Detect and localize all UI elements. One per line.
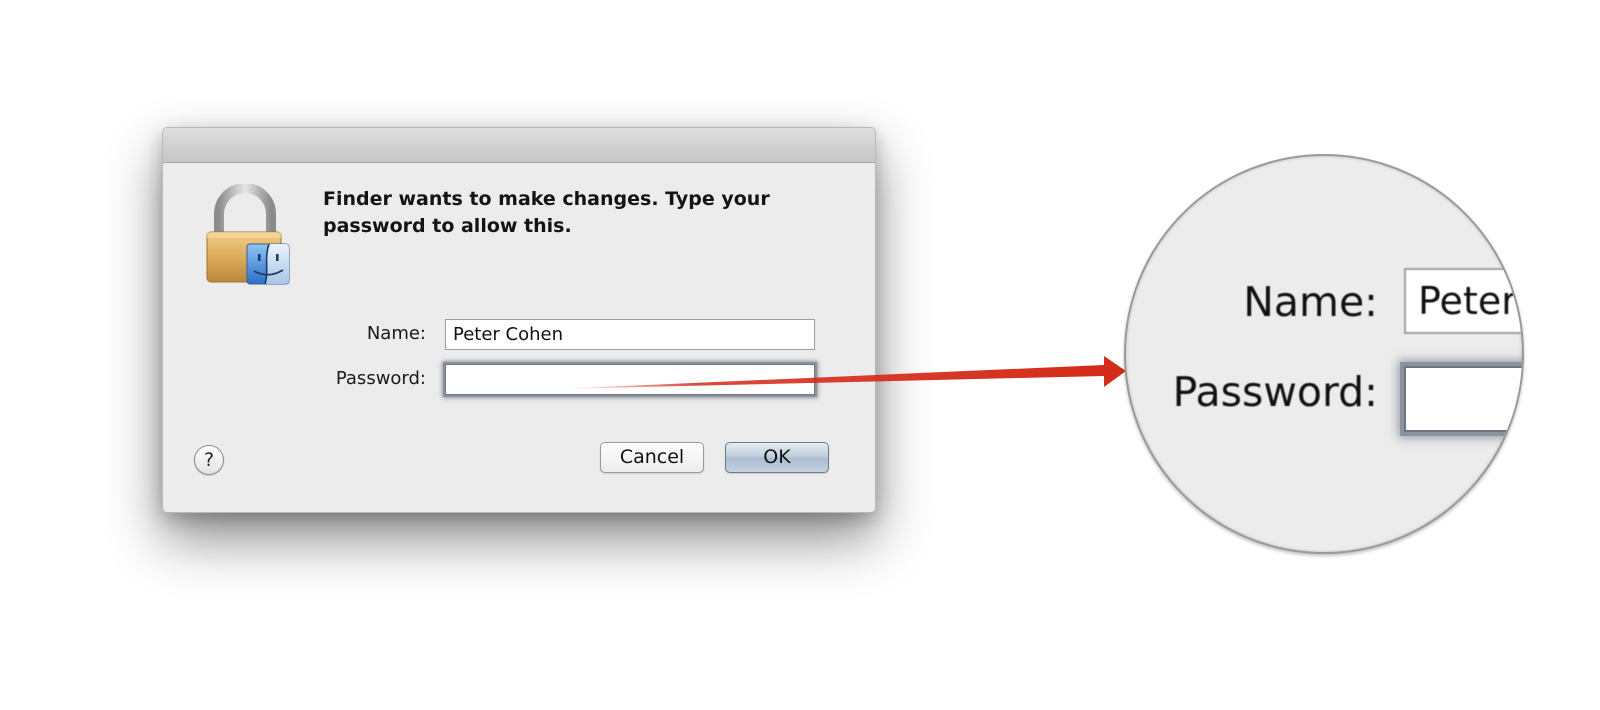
magnified-password-field xyxy=(1404,366,1522,432)
authentication-dialog: Finder wants to make changes. Type your … xyxy=(162,127,876,513)
magnified-name-label: Name: xyxy=(1243,278,1378,326)
name-field[interactable] xyxy=(445,319,815,350)
magnified-password-label: Password: xyxy=(1172,368,1378,416)
screenshot-stage: Finder wants to make changes. Type your … xyxy=(0,0,1600,710)
ok-button[interactable]: OK xyxy=(725,442,829,473)
dialog-message: Finder wants to make changes. Type your … xyxy=(323,188,770,237)
dialog-titlebar[interactable] xyxy=(163,128,875,163)
magnified-name-field: Peter xyxy=(1404,268,1522,334)
lock-finder-icon xyxy=(206,184,290,285)
password-label: Password: xyxy=(335,368,426,389)
cancel-button[interactable]: Cancel xyxy=(600,442,704,473)
password-field[interactable] xyxy=(445,364,815,395)
help-button[interactable]: ? xyxy=(194,445,224,475)
name-label: Name: xyxy=(366,323,426,344)
magnifier-callout: Name: Peter Password: xyxy=(1124,154,1524,554)
